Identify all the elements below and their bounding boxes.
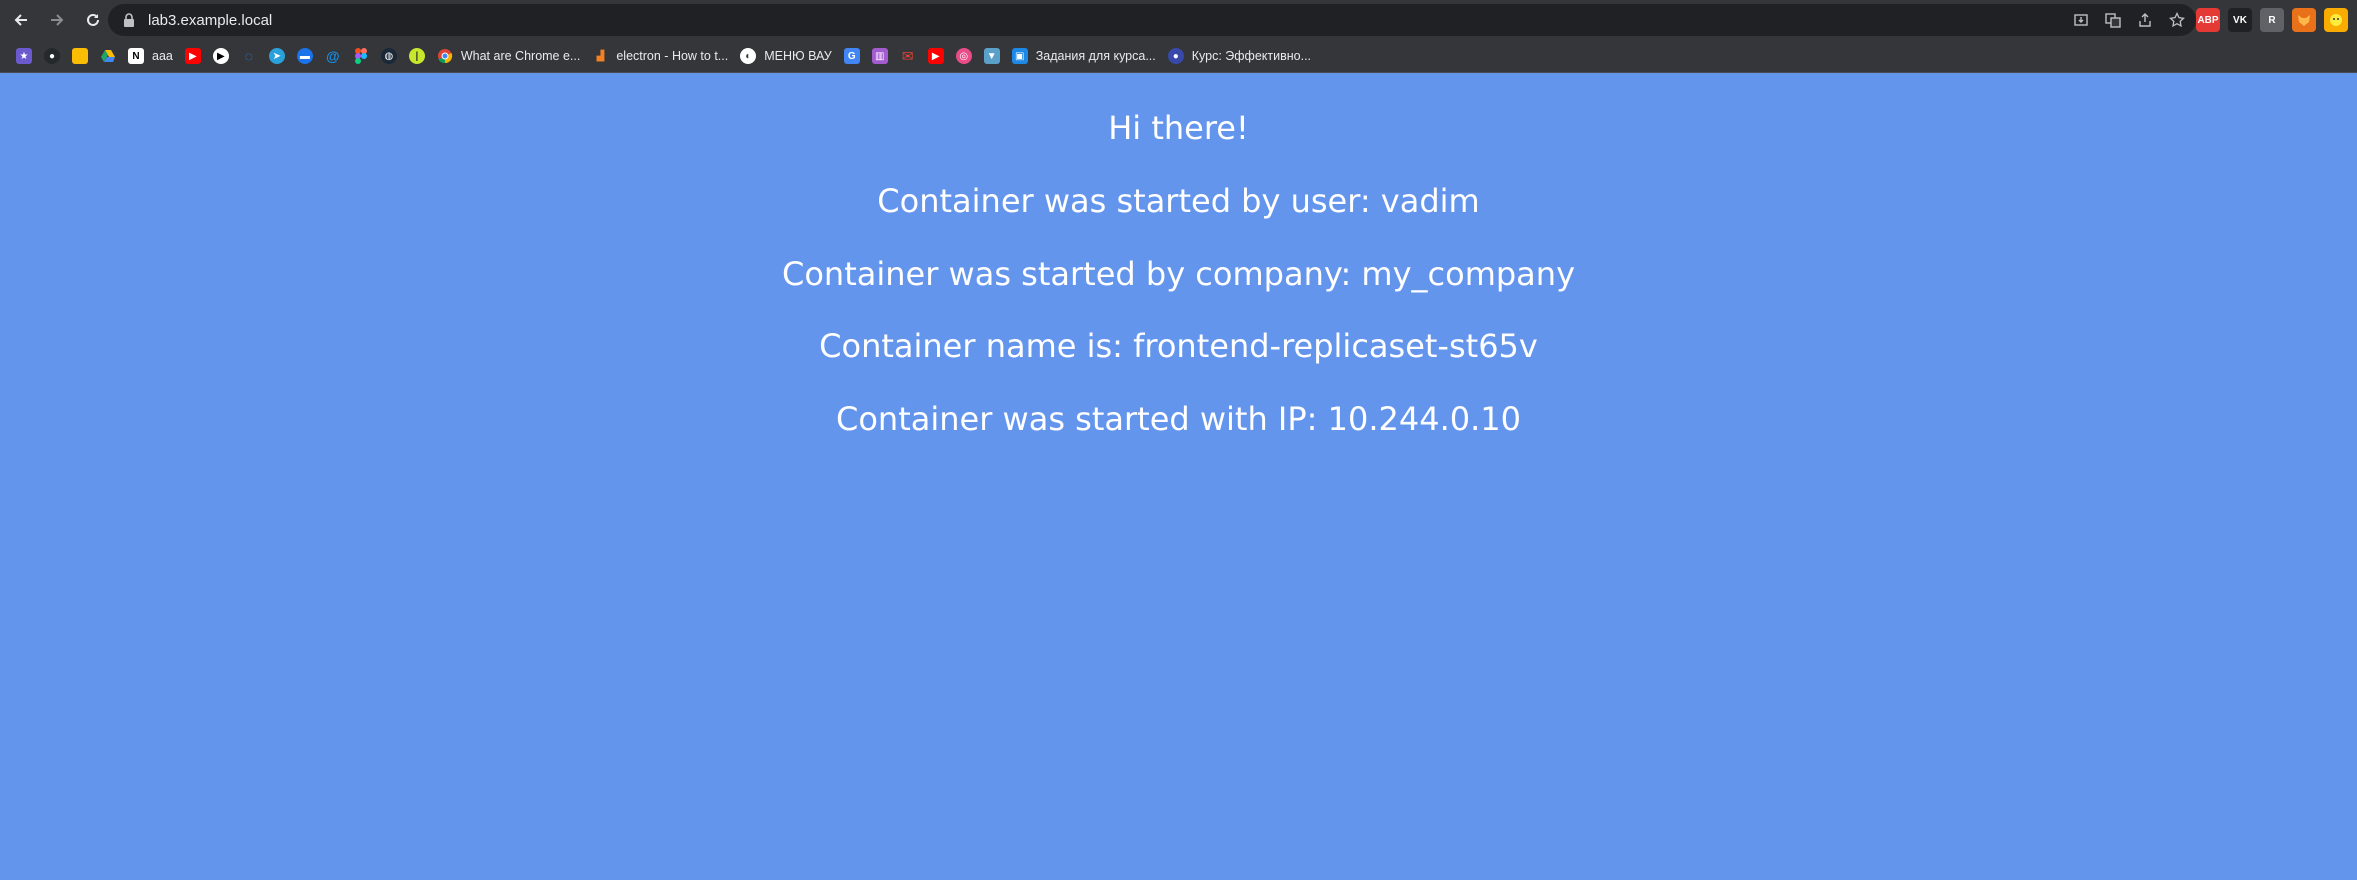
drive-icon — [100, 48, 116, 64]
loader-icon: ◌ — [244, 48, 254, 64]
bookmark-item[interactable]: ● Курс: Эффективно... — [1162, 43, 1317, 69]
install-app-icon[interactable] — [2072, 11, 2090, 29]
bookmark-item[interactable]: ▼ — [978, 43, 1006, 69]
telegram-icon: ➤ — [268, 48, 285, 64]
lock-icon[interactable] — [120, 11, 138, 29]
vk-icon[interactable]: VK — [2228, 8, 2252, 32]
browser-toolbar: lab3.example.local ABP VK R — [0, 0, 2357, 40]
bookmark-label: electron - How to t... — [616, 49, 729, 63]
bookmark-item[interactable]: ◎ — [950, 43, 978, 69]
keep-icon — [72, 48, 88, 64]
bookmark-item[interactable]: ▶ — [207, 43, 235, 69]
lime-icon: | — [408, 48, 425, 64]
course-icon: ● — [1167, 48, 1184, 64]
trello-icon: ▥ — [871, 48, 888, 64]
user-line: Container was started by user: vadim — [877, 182, 1480, 220]
bookmark-label: Курс: Эффективно... — [1191, 49, 1312, 63]
bookmark-item[interactable]: @ — [319, 43, 347, 69]
shirt-icon: ▼ — [983, 48, 1000, 64]
gmail-icon: ✉ — [901, 47, 914, 64]
flag-icon: ★ — [16, 48, 32, 64]
youtube-icon: ▶ — [184, 48, 201, 64]
bookmark-item[interactable]: ● — [38, 43, 66, 69]
back-arrow-icon[interactable] — [6, 5, 36, 35]
bookmark-label: Задания для курса... — [1035, 49, 1156, 63]
play-icon: ▶ — [212, 48, 229, 64]
figma-icon — [353, 48, 369, 64]
bookmark-item[interactable]: ★ — [10, 43, 38, 69]
bookmark-item[interactable]: Naaa — [122, 43, 179, 69]
bookmark-item[interactable]: ◐ МЕНЮ ВАУ — [734, 43, 838, 69]
company-line: Container was started by company: my_com… — [782, 255, 1575, 293]
translate-page-icon[interactable] — [2104, 11, 2122, 29]
classroom-icon: ▣ — [1011, 48, 1028, 64]
r-extension-icon[interactable]: R — [2260, 8, 2284, 32]
bookmark-item[interactable]: ▥ — [866, 43, 894, 69]
page-content: Hi there! Container was started by user:… — [0, 74, 2357, 880]
bookmark-label: aaa — [152, 49, 173, 63]
bookmark-item[interactable] — [94, 43, 122, 69]
bookmark-item[interactable]: ▶ — [179, 43, 207, 69]
bookmark-item[interactable]: What are Chrome e... — [431, 43, 587, 69]
bookmarks-bar: ★ ● Naaa ▶ ▶ ◌ ➤ ▬ @ ◍ | What are Chrome… — [0, 40, 2357, 73]
chat-icon: ▬ — [296, 48, 313, 64]
bookmark-item[interactable]: ▣ Задания для курса... — [1006, 43, 1162, 69]
emoji-extension-icon[interactable] — [2324, 8, 2348, 32]
bookmark-label: МЕНЮ ВАУ — [764, 49, 832, 63]
bookmark-item[interactable]: ◌ — [235, 43, 263, 69]
fox-icon[interactable] — [2292, 8, 2316, 32]
container-name-line: Container name is: frontend-replicaset-s… — [819, 327, 1538, 365]
translate-icon: G — [843, 48, 860, 64]
bookmark-item[interactable]: ✉ — [894, 43, 922, 69]
bookmark-item[interactable]: ▟ electron - How to t... — [586, 43, 734, 69]
ip-line: Container was started with IP: 10.244.0.… — [835, 400, 1521, 438]
bookmark-item[interactable]: | — [403, 43, 431, 69]
steam-icon: ◍ — [380, 48, 397, 64]
bookmark-label: What are Chrome e... — [460, 49, 581, 63]
bookmark-star-icon[interactable] — [2168, 11, 2186, 29]
bookmark-item[interactable] — [347, 43, 375, 69]
omnibox-actions — [2072, 4, 2186, 36]
bookmark-item[interactable]: ◍ — [375, 43, 403, 69]
address-bar[interactable]: lab3.example.local — [108, 4, 2196, 36]
chrome-icon — [437, 48, 453, 64]
bookmark-item[interactable]: ▬ — [291, 43, 319, 69]
notion-icon: N — [128, 48, 144, 64]
mail-at-icon: @ — [326, 48, 340, 64]
forward-arrow-icon[interactable] — [42, 5, 72, 35]
reload-icon[interactable] — [78, 5, 108, 35]
extensions-area: ABP VK R — [2196, 8, 2348, 32]
adblock-icon[interactable]: ABP — [2196, 8, 2220, 32]
github-icon: ● — [44, 48, 60, 64]
dribbble-icon: ◎ — [955, 48, 972, 64]
bookmark-item[interactable]: ➤ — [263, 43, 291, 69]
bookmark-item[interactable] — [66, 43, 94, 69]
globe-icon: ◐ — [740, 48, 757, 64]
electron-icon: ▟ — [596, 50, 605, 62]
share-icon[interactable] — [2136, 11, 2154, 29]
bookmark-item[interactable]: G — [838, 43, 866, 69]
url-text[interactable]: lab3.example.local — [148, 12, 272, 29]
youtube-icon: ▶ — [927, 48, 944, 64]
bookmark-item[interactable]: ▶ — [922, 43, 950, 69]
greeting-text: Hi there! — [1108, 109, 1249, 147]
